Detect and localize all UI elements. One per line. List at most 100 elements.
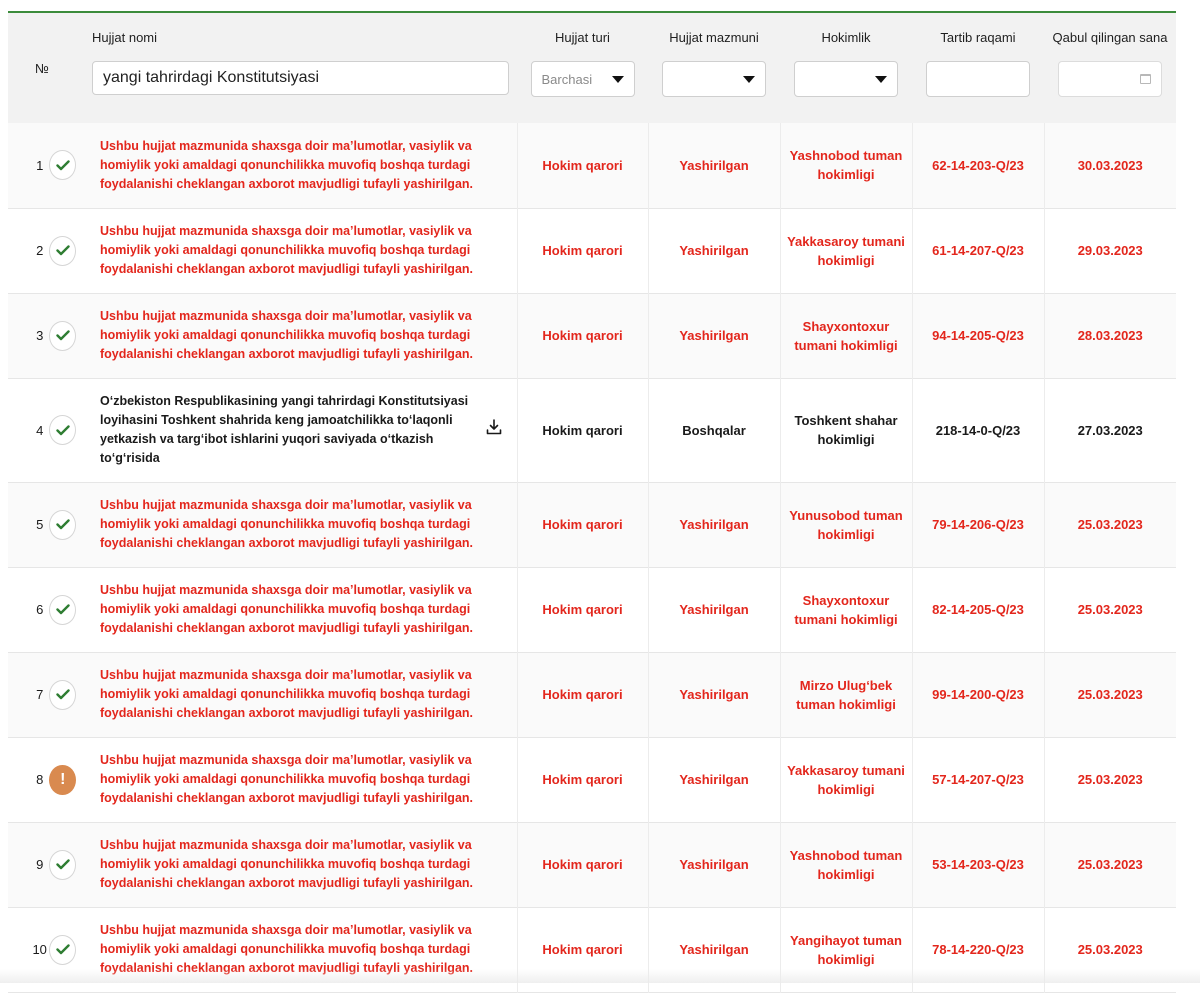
check-icon xyxy=(49,509,76,540)
table-row[interactable]: 6 Ushbu hujjat mazmunida shaxsga doir ma… xyxy=(8,567,1176,652)
document-reg-number: 61-14-207-Q/23 xyxy=(912,208,1045,293)
row-num-cell: 4 xyxy=(8,378,76,482)
document-name: Ushbu hujjat mazmunida shaxsga doir ma’l… xyxy=(100,309,474,361)
table-row[interactable]: 7 Ushbu hujjat mazmunida shaxsga doir ma… xyxy=(8,652,1176,737)
document-content: Yashirilgan xyxy=(648,293,781,378)
document-name: Ushbu hujjat mazmunida shaxsga doir ma’l… xyxy=(100,753,474,805)
table-row[interactable]: 3 Ushbu hujjat mazmunida shaxsga doir ma… xyxy=(8,293,1176,378)
document-type: Hokim qarori xyxy=(517,293,649,378)
document-name-cell: Ushbu hujjat mazmunida shaxsga doir ma’l… xyxy=(76,567,518,652)
row-number: 4 xyxy=(36,422,44,438)
document-reg-number: 99-14-200-Q/23 xyxy=(912,652,1045,737)
document-reg-number: 79-14-206-Q/23 xyxy=(912,482,1045,567)
row-num-cell: 8! xyxy=(8,737,76,822)
document-org: Yashnobod tuman hokimligi xyxy=(780,822,913,907)
document-type: Hokim qarori xyxy=(517,208,649,293)
row-number: 6 xyxy=(36,602,44,617)
header-type: Hujjat turi xyxy=(555,29,610,45)
document-content: Yashirilgan xyxy=(648,482,781,567)
document-name: Ushbu hujjat mazmunida shaxsga doir ma’l… xyxy=(100,224,474,276)
check-icon xyxy=(49,235,76,266)
document-type: Hokim qarori xyxy=(517,378,649,482)
document-org: Yakkasaroy tumani hokimligi xyxy=(780,208,913,293)
row-num-cell: 7 xyxy=(8,652,76,737)
documents-table: № Hujjat nomi yangi tahrirdagi Konstitut… xyxy=(8,13,1176,993)
table-row[interactable]: 1 Ushbu hujjat mazmunida shaxsga doir ma… xyxy=(8,123,1176,208)
document-reg-number: 94-14-205-Q/23 xyxy=(912,293,1045,378)
header-name: Hujjat nomi xyxy=(92,29,158,45)
row-number: 1 xyxy=(36,157,44,173)
document-content: Yashirilgan xyxy=(648,822,781,907)
document-name-cell: Ushbu hujjat mazmunida shaxsga doir ma’l… xyxy=(76,652,518,737)
row-number: 3 xyxy=(36,328,44,343)
table-row[interactable]: 5 Ushbu hujjat mazmunida shaxsga doir ma… xyxy=(8,482,1176,567)
document-name: Ushbu hujjat mazmunida shaxsga doir ma’l… xyxy=(100,498,474,550)
chevron-down-icon xyxy=(875,75,887,83)
document-date: 27.03.2023 xyxy=(1077,422,1143,438)
document-org: Yunusobod tuman hokimligi xyxy=(780,482,913,567)
check-icon xyxy=(49,679,76,710)
name-search-input[interactable]: yangi tahrirdagi Konstitutsiyasi xyxy=(92,61,509,95)
row-number: 10 xyxy=(32,942,47,957)
document-date: 29.03.2023 xyxy=(1077,243,1143,258)
document-date: 30.03.2023 xyxy=(1077,157,1143,173)
type-select[interactable]: Barchasi xyxy=(530,61,635,97)
name-search-value: yangi tahrirdagi Konstitutsiyasi xyxy=(103,69,320,86)
header-reg-cell: Tartib raqami xyxy=(912,13,1044,123)
row-number: 9 xyxy=(36,857,44,872)
table-row[interactable]: 4 O‘zbekiston Respublikasining yangi tah… xyxy=(8,378,1176,482)
table-row[interactable]: 2 Ushbu hujjat mazmunida shaxsga doir ma… xyxy=(8,208,1176,293)
check-icon xyxy=(49,849,76,880)
row-num-cell: 3 xyxy=(8,293,76,378)
document-date: 25.03.2023 xyxy=(1077,687,1143,702)
header-date: Qabul qilingan sana xyxy=(1052,29,1168,45)
document-org: Toshkent shahar hokimligi xyxy=(780,378,913,482)
document-org: Shayxontoxur tumani hokimligi xyxy=(780,293,913,378)
type-select-value: Barchasi xyxy=(541,71,593,87)
document-content: Yashirilgan xyxy=(648,652,781,737)
content-select[interactable] xyxy=(662,61,766,97)
document-date: 25.03.2023 xyxy=(1077,517,1143,532)
header-num: № xyxy=(35,60,49,76)
check-icon xyxy=(49,150,76,181)
scroll-fade xyxy=(0,969,1200,983)
document-name-cell[interactable]: O‘zbekiston Respublikasining yangi tahri… xyxy=(76,378,518,482)
org-select[interactable] xyxy=(794,61,898,97)
document-name: Ushbu hujjat mazmunida shaxsga doir ma’l… xyxy=(100,838,474,890)
document-content: Yashirilgan xyxy=(648,737,781,822)
row-number: 2 xyxy=(36,243,44,258)
check-icon xyxy=(49,320,76,351)
header-reg: Tartib raqami xyxy=(940,29,1016,45)
document-content: Yashirilgan xyxy=(648,567,781,652)
document-type: Hokim qarori xyxy=(517,123,649,208)
download-icon[interactable] xyxy=(485,418,503,442)
check-icon xyxy=(49,934,76,965)
document-reg-number: 57-14-207-Q/23 xyxy=(912,737,1045,822)
chevron-down-icon xyxy=(611,75,624,83)
check-icon xyxy=(49,594,76,625)
document-org: Mirzo Ulug‘bek tuman hokimligi xyxy=(780,652,913,737)
row-num-cell: 2 xyxy=(8,208,76,293)
row-number: 5 xyxy=(36,517,44,532)
warning-icon: ! xyxy=(49,764,76,795)
header-date-cell: Qabul qilingan sana xyxy=(1044,13,1176,123)
reg-number-input[interactable] xyxy=(926,61,1030,97)
row-num-cell: 6 xyxy=(8,567,76,652)
header-content: Hujjat mazmuni xyxy=(669,29,759,45)
header-type-cell: Hujjat turi Barchasi xyxy=(517,13,648,123)
table-row[interactable]: 8! Ushbu hujjat mazmunida shaxsga doir m… xyxy=(8,737,1176,822)
document-reg-number: 53-14-203-Q/23 xyxy=(912,822,1045,907)
table-row[interactable]: 9 Ushbu hujjat mazmunida shaxsga doir ma… xyxy=(8,822,1176,907)
document-name: Ushbu hujjat mazmunida shaxsga doir ma’l… xyxy=(100,583,474,635)
check-icon xyxy=(49,415,76,445)
document-content: Yashirilgan xyxy=(648,123,781,208)
row-num-cell: 9 xyxy=(8,822,76,907)
document-name-cell: Ushbu hujjat mazmunida shaxsga doir ma’l… xyxy=(76,482,518,567)
document-name-cell: Ushbu hujjat mazmunida shaxsga doir ma’l… xyxy=(76,822,518,907)
document-type: Hokim qarori xyxy=(517,822,649,907)
document-type: Hokim qarori xyxy=(517,737,649,822)
table-header-row: № Hujjat nomi yangi tahrirdagi Konstitut… xyxy=(8,13,1176,123)
date-input[interactable] xyxy=(1058,61,1162,97)
document-name-cell: Ushbu hujjat mazmunida shaxsga doir ma’l… xyxy=(76,293,518,378)
document-content: Boshqalar xyxy=(648,378,781,482)
